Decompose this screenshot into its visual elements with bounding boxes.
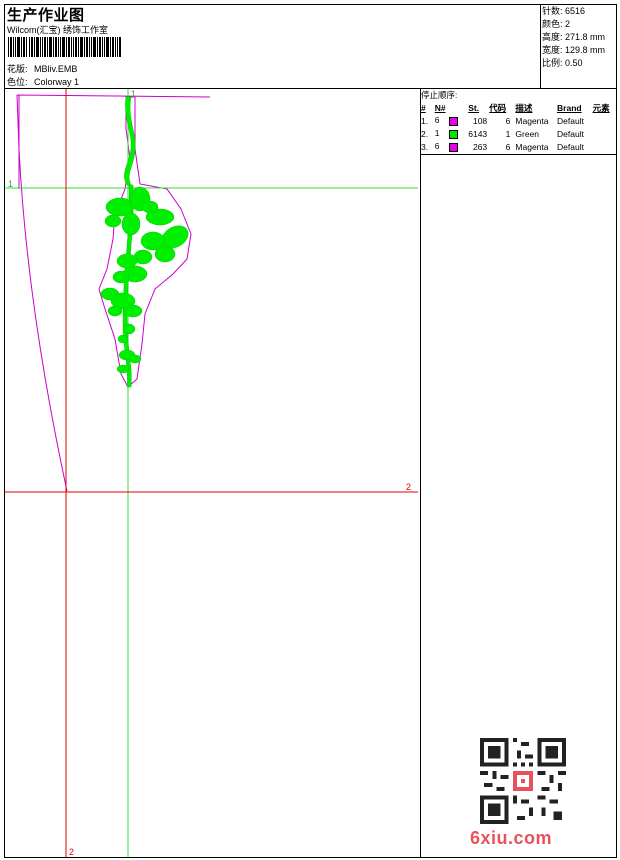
col-index: # <box>421 102 426 113</box>
embroidery-motif <box>100 96 189 388</box>
page-title: 生产作业图 <box>7 7 85 24</box>
colorway-value: Colorway 1 <box>34 77 80 87</box>
colorway-label: 色位: <box>7 77 28 87</box>
colorway-line: 色位: Colorway 1 <box>7 75 83 88</box>
stop-sequence-title: 停止顺序: <box>421 90 458 100</box>
table-row: 1. 6 108 6 Magenta Default <box>421 115 584 126</box>
col-element: 元素 <box>592 102 610 113</box>
col-code: 代码 <box>489 102 507 113</box>
stop-table-header: # N# St. 代码 描述 Brand 元素 <box>421 101 616 114</box>
green-guide-v-label: 1 <box>131 89 136 99</box>
design-value: MBliv.EMB <box>34 64 78 74</box>
col-brand: Brand <box>557 102 582 113</box>
red-guide-v-label: 2 <box>69 847 74 857</box>
col-description: 描述 <box>515 102 533 113</box>
table-row: 3. 6 263 6 Magenta Default <box>421 141 584 152</box>
design-label: 花版: <box>7 64 28 74</box>
site-watermark: 6xiu.com <box>470 828 553 848</box>
color-swatch-magenta <box>448 142 458 152</box>
red-guide-h-label: 2 <box>406 482 411 492</box>
stat-stitches: 针数: 6516 <box>542 6 586 16</box>
stats-divider <box>540 4 541 88</box>
design-stats: 针数: 6516 颜色: 2 高度: 271.8 mm 宽度: 129.8 mm… <box>542 5 605 70</box>
stat-height: 高度: 271.8 mm <box>542 32 606 42</box>
design-file-line: 花版: MBliv.EMB <box>7 62 81 75</box>
studio-name: Wilcom(汇宝) 绣饰工作室 <box>7 25 108 35</box>
col-needle: N# <box>434 102 446 113</box>
stop-panel-divider <box>420 154 617 155</box>
stop-sequence-table: # N# St. 代码 描述 Brand 元素 1. 6 108 6 Magen… <box>421 101 616 153</box>
stat-width: 宽度: 129.8 mm <box>542 45 606 55</box>
table-row: 2. 1 6143 1 Green Default <box>421 128 584 139</box>
qr-code-icon <box>480 738 566 824</box>
color-swatch-magenta <box>448 116 458 126</box>
color-swatch-green <box>448 129 458 139</box>
green-guide-h-label: 1 <box>8 179 13 189</box>
stat-scale: 比例: 0.50 <box>542 58 583 68</box>
panel-divider <box>420 88 421 858</box>
stat-colors: 颜色: 2 <box>542 19 571 29</box>
design-canvas: 1 1 2 2 <box>5 89 418 857</box>
col-stitches: St. <box>468 102 480 113</box>
barcode-icon <box>8 37 121 57</box>
